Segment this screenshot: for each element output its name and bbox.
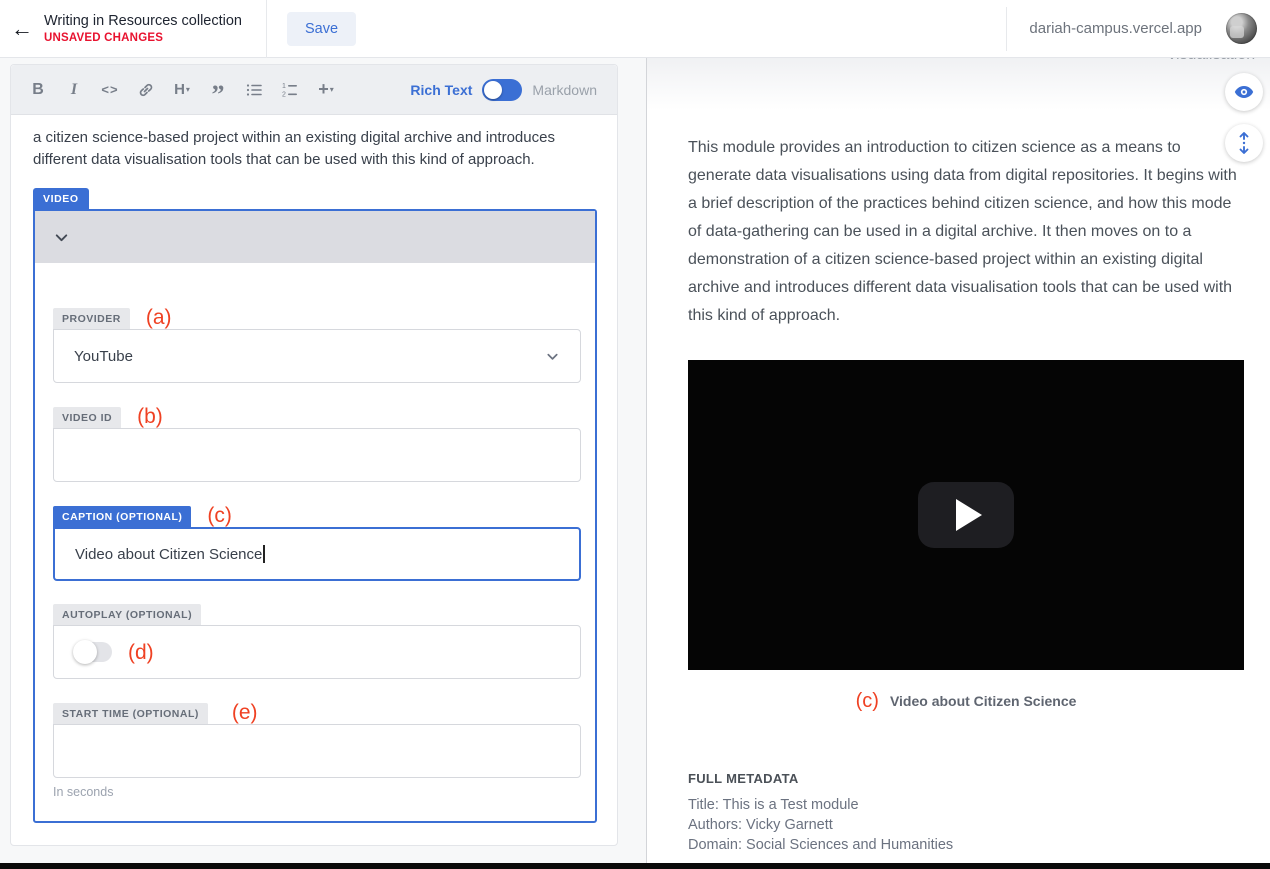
page-title: Writing in Resources collection (44, 13, 242, 29)
preview-panel: visualisation This module provides an in… (646, 58, 1270, 863)
start-time-hint: In seconds (53, 785, 577, 799)
plus-icon: + (318, 79, 329, 100)
start-time-label: START TIME (OPTIONAL) (53, 703, 208, 724)
code-button[interactable]: <> (95, 75, 125, 105)
toggle-knob (484, 81, 502, 99)
start-time-input[interactable] (53, 724, 581, 778)
bullet-list-button[interactable] (239, 75, 269, 105)
app-screen: ← Writing in Resources collection UNSAVE… (0, 0, 1270, 869)
preview-paragraph: This module provides an introduction to … (688, 134, 1244, 330)
annotation-b: (b) (137, 406, 163, 427)
video-id-input[interactable] (53, 428, 581, 482)
bold-icon: B (32, 81, 44, 99)
insert-menu-button[interactable]: +▾ (311, 75, 341, 105)
play-icon (956, 499, 982, 531)
editor-paragraph[interactable]: a citizen science-based project within a… (33, 127, 611, 171)
video-block: PROVIDER (a) YouTube VIDEO ID (b (33, 209, 597, 823)
annotation-d: (d) (128, 642, 154, 663)
eye-icon (1233, 81, 1255, 103)
editor-body: a citizen science-based project within a… (11, 115, 617, 823)
annotation-c-preview: (c) (856, 691, 879, 711)
play-button[interactable] (918, 482, 1014, 548)
blockquote-icon: ” (212, 80, 225, 100)
heading-icon: H (174, 81, 185, 98)
document-title-block: Writing in Resources collection UNSAVED … (44, 13, 266, 44)
video-id-label: VIDEO ID (53, 407, 121, 428)
caption-input[interactable]: Video about Citizen Science (53, 527, 581, 581)
rich-text-mode-label[interactable]: Rich Text (410, 82, 472, 98)
link-icon (137, 81, 155, 99)
provider-value: YouTube (74, 348, 133, 365)
topbar-right: dariah-campus.vercel.app (1006, 0, 1270, 58)
svg-text:2: 2 (282, 91, 286, 98)
topbar-divider-right (1006, 7, 1007, 51)
video-block-collapse-header[interactable] (35, 211, 595, 263)
caption-field: CAPTION (OPTIONAL) (c) Video about Citiz… (53, 505, 577, 581)
provider-field: PROVIDER (a) YouTube (53, 307, 577, 383)
caption-label: CAPTION (OPTIONAL) (53, 506, 191, 527)
video-caption: Video about Citizen Science (890, 693, 1076, 709)
heading-button[interactable]: H▾ (167, 75, 197, 105)
richtext-toolbar: B I <> H▾ ” 1 2 (11, 65, 617, 115)
text-cursor (263, 545, 265, 563)
unsaved-changes-badge: UNSAVED CHANGES (44, 32, 242, 44)
blockquote-button[interactable]: ” (203, 75, 233, 105)
toggle-knob (73, 640, 97, 664)
preview-toggle-button[interactable] (1225, 73, 1263, 111)
chevron-down-icon: ▾ (186, 85, 190, 94)
top-bar: ← Writing in Resources collection UNSAVE… (0, 0, 1270, 58)
up-down-arrows-icon (1234, 131, 1254, 155)
autoplay-field: AUTOPLAY (OPTIONAL) (d) (53, 604, 577, 679)
annotation-a: (a) (146, 307, 172, 328)
bullet-list-icon (245, 81, 263, 99)
metadata-heading: FULL METADATA (688, 771, 1244, 786)
scroll-sync-button[interactable] (1225, 124, 1263, 162)
autoplay-label: AUTOPLAY (OPTIONAL) (53, 604, 201, 625)
editor-panel: B I <> H▾ ” 1 2 (10, 64, 618, 846)
metadata-domain-line: Domain: Social Sciences and Humanities (688, 835, 1244, 855)
numbered-list-button[interactable]: 1 2 (275, 75, 305, 105)
back-arrow-icon: ← (11, 16, 33, 42)
annotation-e: (e) (232, 702, 258, 723)
metadata-list: Title: This is a Test module Authors: Vi… (688, 795, 1244, 855)
preview-content: This module provides an introduction to … (688, 58, 1244, 855)
bottom-black-bar (0, 863, 1270, 869)
bold-button[interactable]: B (23, 75, 53, 105)
code-icon: <> (101, 82, 118, 97)
back-button[interactable]: ← (0, 0, 44, 58)
provider-label: PROVIDER (53, 308, 130, 329)
markdown-mode-label[interactable]: Markdown (532, 82, 597, 98)
chevron-down-icon: ▾ (330, 85, 334, 94)
video-caption-row: (c) Video about Citizen Science (688, 691, 1244, 711)
svg-text:1: 1 (282, 83, 286, 90)
chevron-down-icon (53, 229, 70, 246)
chevron-down-icon (545, 349, 560, 364)
metadata-title-line: Title: This is a Test module (688, 795, 1244, 815)
autoplay-toggle[interactable] (74, 642, 112, 662)
editor-mode-switch: Rich Text Markdown (410, 79, 597, 101)
video-block-fields: PROVIDER (a) YouTube VIDEO ID (b (35, 263, 595, 821)
provider-select[interactable]: YouTube (53, 329, 581, 383)
start-time-field: START TIME (OPTIONAL) (e) In seconds (53, 702, 577, 799)
mode-toggle[interactable] (482, 79, 522, 101)
numbered-list-icon: 1 2 (281, 81, 299, 99)
topbar-divider (266, 0, 267, 58)
annotation-c: (c) (207, 505, 232, 526)
italic-icon: I (71, 81, 77, 99)
video-block-tag: VIDEO (33, 188, 89, 209)
avatar[interactable] (1226, 13, 1257, 44)
italic-button[interactable]: I (59, 75, 89, 105)
site-url-label: dariah-campus.vercel.app (1029, 20, 1202, 37)
link-button[interactable] (131, 75, 161, 105)
caption-value: Video about Citizen Science (75, 546, 262, 563)
video-id-field: VIDEO ID (b) (53, 406, 577, 482)
metadata-authors-line: Authors: Vicky Garnett (688, 815, 1244, 835)
save-button[interactable]: Save (287, 12, 356, 46)
video-player[interactable] (688, 360, 1244, 670)
autoplay-control: (d) (53, 625, 581, 679)
